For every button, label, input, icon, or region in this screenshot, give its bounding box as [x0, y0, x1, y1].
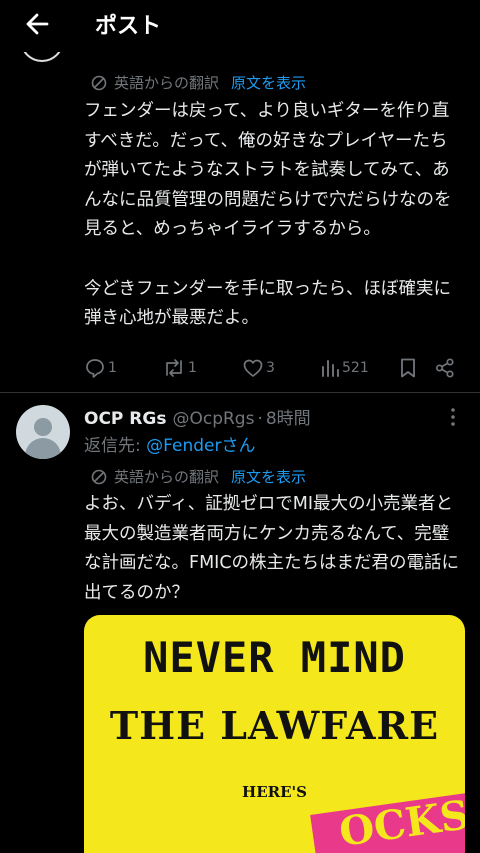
arrow-left-icon [26, 13, 49, 35]
display-name[interactable]: OCP RGs [84, 409, 166, 429]
top-bar: ポスト [0, 0, 480, 52]
translate-icon [91, 469, 107, 484]
tweet-text: よお、バディ、証拠ゼロでMI最大の小売業者と最大の製造業者両方にケンカ売るなんて… [84, 494, 460, 603]
repost-icon [166, 359, 182, 377]
page-title: ポスト [95, 14, 162, 39]
heart-icon [243, 359, 263, 377]
tweet-media-image[interactable]: NEVER MIND THE LAWFARE HERE'S OCKS [84, 615, 465, 853]
like-count: 3 [266, 360, 275, 376]
views-icon [322, 360, 339, 377]
divider [0, 392, 480, 393]
tweet-text: フェンダーは戻って、より良いギターを作り直すべきだ。だって、俺の好きなプレイヤー… [84, 101, 452, 329]
tweet-actions: 1 1 3 521 [84, 357, 464, 381]
share-button[interactable] [434, 357, 456, 379]
more-options-button[interactable] [443, 405, 463, 429]
repost-button[interactable]: 1 [162, 357, 197, 379]
view-count: 521 [342, 360, 369, 376]
reply-count: 1 [108, 360, 117, 376]
reply-prefix: 返信先: [84, 436, 147, 456]
reply-mention-link[interactable]: @Fenderさん [146, 436, 255, 456]
like-button[interactable]: 3 [242, 357, 275, 379]
reply-icon [86, 359, 104, 378]
translate-icon [91, 75, 107, 90]
more-vertical-icon [451, 408, 455, 426]
reply-button[interactable]: 1 [84, 357, 117, 379]
translated-label: 英語からの翻訳 [114, 468, 220, 486]
show-original-link[interactable]: 原文を表示 [231, 72, 306, 93]
media-text-line2: THE LAWFARE [109, 703, 440, 748]
back-button[interactable] [22, 8, 54, 40]
translation-notice: 英語からの翻訳 原文を表示 [90, 72, 306, 93]
bookmark-icon [401, 358, 415, 378]
show-original-link[interactable]: 原文を表示 [231, 466, 306, 487]
separator: · [257, 409, 263, 429]
avatar[interactable] [16, 405, 70, 459]
translated-label: 英語からの翻訳 [114, 74, 220, 92]
tweet-author-row: OCP RGs @OcpRgs · 8時間 [84, 404, 311, 429]
repost-count: 1 [188, 360, 197, 376]
media-text-line1: NEVER MIND [143, 633, 406, 682]
translation-notice: 英語からの翻訳 原文を表示 [90, 466, 306, 487]
timestamp[interactable]: 8時間 [266, 404, 311, 429]
share-icon [435, 358, 454, 378]
reply-context: 返信先: @Fenderさん [84, 431, 255, 456]
bookmark-button[interactable] [398, 357, 418, 379]
views-button[interactable]: 521 [320, 357, 369, 379]
user-handle[interactable]: @OcpRgs [172, 409, 254, 429]
